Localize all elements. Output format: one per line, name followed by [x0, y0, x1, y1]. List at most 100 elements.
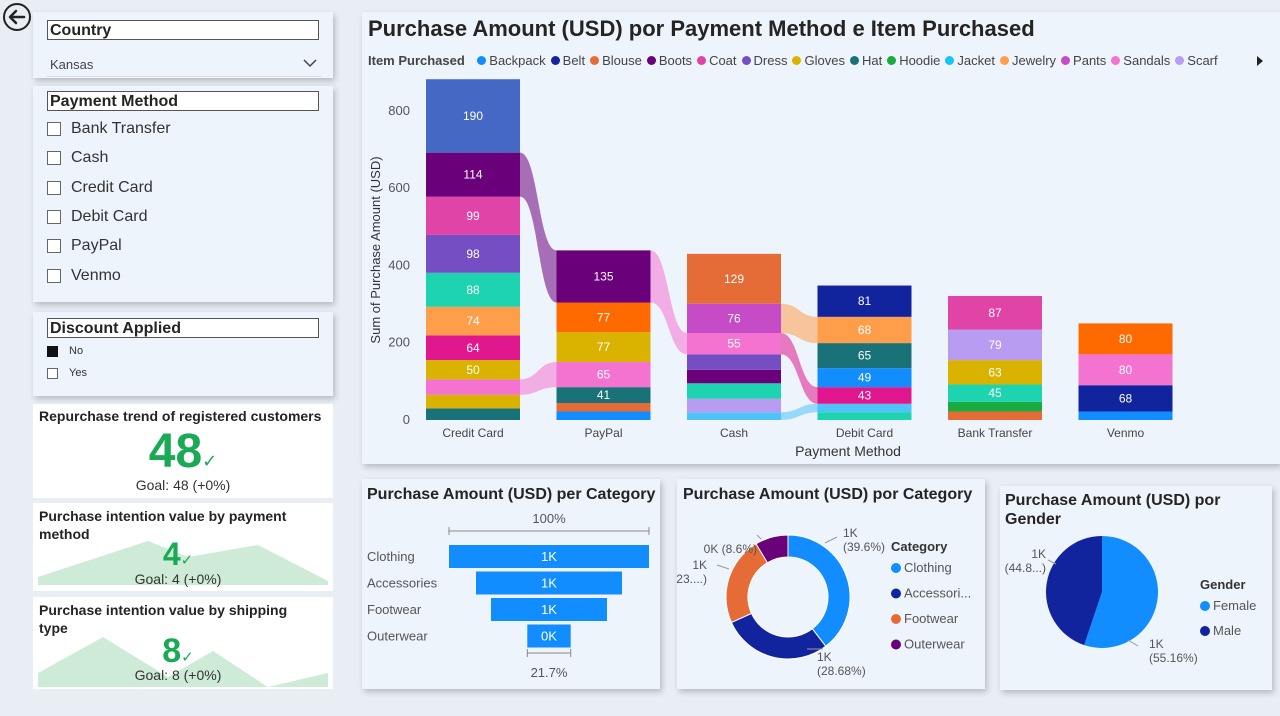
bar-segment: [426, 408, 520, 420]
legend-item[interactable]: Jewelry: [999, 53, 1056, 68]
legend-item[interactable]: Scarf: [1175, 53, 1218, 68]
kpi-value-number: 4: [162, 536, 181, 572]
kpi-repurchase-trend: Repurchase trend of registered customers…: [33, 404, 333, 498]
slice-value-label: 0K (8.6%): [704, 542, 757, 556]
data-label: 68: [858, 323, 872, 337]
legend-label: Male: [1213, 623, 1241, 638]
legend-dot-icon: [1200, 626, 1210, 636]
data-label: 68: [1119, 391, 1133, 405]
checkbox[interactable]: [47, 210, 61, 224]
payment-option-label: Venmo: [71, 267, 121, 284]
payment-method-slicer-title: Payment Method: [47, 91, 319, 111]
legend-dot-icon: [999, 56, 1009, 65]
data-label: 135: [593, 269, 613, 283]
funnel-svg: 100% 1K Clothing 1K Accessories 1K Footwear 0K O…: [367, 511, 650, 680]
legend-item[interactable]: Sandals: [1111, 53, 1170, 68]
donut-title: Purchase Amount (USD) por Category: [683, 486, 973, 503]
payment-option-venmo[interactable]: Venmo: [47, 267, 121, 285]
checkbox[interactable]: [47, 367, 58, 379]
slice-percent-label: (55.16%): [1149, 651, 1198, 665]
country-dropdown[interactable]: Kansas: [47, 52, 321, 77]
chevron-down-icon: [303, 59, 317, 68]
legend-item[interactable]: Coat: [697, 53, 737, 68]
kpi-value-number: 48: [148, 425, 203, 478]
legend-item[interactable]: Backpack: [477, 53, 546, 68]
legend-dot-icon: [550, 56, 560, 65]
legend-label: Backpack: [489, 53, 546, 68]
funnel-top-label: 100%: [532, 511, 566, 526]
checkbox[interactable]: [47, 269, 61, 283]
legend-label: Dress: [753, 53, 788, 68]
kpi-goal: Goal: 8 (+0%): [134, 667, 222, 683]
legend-dot-icon: [741, 56, 751, 65]
checkbox[interactable]: [47, 151, 61, 165]
payment-option-credit-card[interactable]: Credit Card: [47, 179, 153, 197]
data-label: 99: [466, 209, 480, 223]
payment-option-label: Cash: [71, 149, 109, 166]
x-tick-label: Debit Card: [836, 426, 893, 440]
payment-option-paypal[interactable]: PayPal: [47, 237, 122, 255]
payment-option-label: Debit Card: [71, 208, 148, 225]
data-label: 81: [858, 294, 872, 308]
bar-segment: [687, 354, 781, 370]
legend-item[interactable]: Gloves: [792, 53, 845, 68]
donut-panel: Purchase Amount (USD) por Category 1K (39…: [677, 479, 985, 689]
payment-option-bank-transfer[interactable]: Bank Transfer: [47, 120, 171, 138]
legend-items: Backpack Belt Blouse Boots Coat Dress Gloves Ha…: [477, 52, 1222, 69]
legend-label: Accessori...: [904, 586, 971, 601]
legend-item[interactable]: Hat: [849, 53, 882, 68]
y-tick-label: 0: [403, 412, 410, 427]
legend-item[interactable]: Hoodie: [887, 53, 940, 68]
x-tick-label: Venmo: [1107, 426, 1145, 440]
discount-option-yes[interactable]: Yes: [47, 367, 87, 379]
data-label: 55: [727, 337, 741, 351]
checkbox-checked[interactable]: [47, 345, 58, 357]
payment-option-label: Credit Card: [71, 179, 153, 196]
checkbox[interactable]: [47, 239, 61, 253]
ribbon: [650, 250, 687, 355]
ribbon: [520, 362, 557, 395]
x-tick-label: Bank Transfer: [958, 426, 1033, 440]
data-label: 98: [466, 247, 480, 261]
checkbox[interactable]: [47, 122, 61, 136]
payment-option-label: Bank Transfer: [71, 120, 171, 137]
checkbox[interactable]: [47, 181, 61, 195]
legend-next-icon[interactable]: [1256, 56, 1264, 66]
legend-item[interactable]: Belt: [550, 53, 585, 68]
funnel-bottom-bracket: [526, 649, 572, 657]
bar-segment: [1078, 411, 1173, 420]
data-label: 79: [988, 338, 1002, 352]
funnel-category-label: Footwear: [367, 602, 422, 617]
payment-option-label: PayPal: [71, 237, 122, 254]
leader-line: [824, 536, 838, 544]
bar-segment: [426, 379, 520, 395]
kpi-title: Repurchase trend of registered customers: [39, 408, 322, 424]
donut-svg: 1K(39.6%)1K(28.68%)1K(23....)0K (8.6%)Ca…: [677, 526, 971, 678]
legend-dot-icon: [792, 56, 802, 65]
legend-title: Category: [891, 539, 948, 554]
data-label: 45: [988, 386, 1002, 400]
legend-item[interactable]: Jacket: [945, 53, 995, 68]
slice-value-label: 1K: [1031, 547, 1046, 561]
bar-segment: [948, 411, 1042, 420]
slice-value-label: 1K: [817, 650, 832, 664]
legend-dot-icon: [891, 588, 901, 599]
data-label: 88: [466, 283, 480, 297]
payment-option-debit-card[interactable]: Debit Card: [47, 208, 147, 226]
slice-percent-label: (28.68%): [817, 664, 866, 678]
legend-item[interactable]: Boots: [646, 53, 692, 68]
legend-item[interactable]: Pants: [1061, 53, 1106, 68]
data-label: 74: [466, 314, 480, 328]
discount-applied-slicer: Discount Applied No Yes: [33, 312, 333, 396]
legend-dot-icon: [891, 639, 901, 650]
funnel-value-label: 1K: [541, 576, 557, 591]
funnel-value-label: 1K: [541, 549, 557, 564]
legend-item[interactable]: Dress: [741, 53, 788, 68]
legend-label: Hoodie: [899, 53, 941, 68]
legend-item[interactable]: Blouse: [590, 53, 642, 68]
discount-option-no[interactable]: No: [47, 345, 83, 357]
payment-option-cash[interactable]: Cash: [47, 149, 108, 167]
legend-dot-icon: [697, 56, 707, 65]
legend-label: Scarf: [1187, 53, 1218, 68]
back-button[interactable]: [2, 2, 32, 32]
